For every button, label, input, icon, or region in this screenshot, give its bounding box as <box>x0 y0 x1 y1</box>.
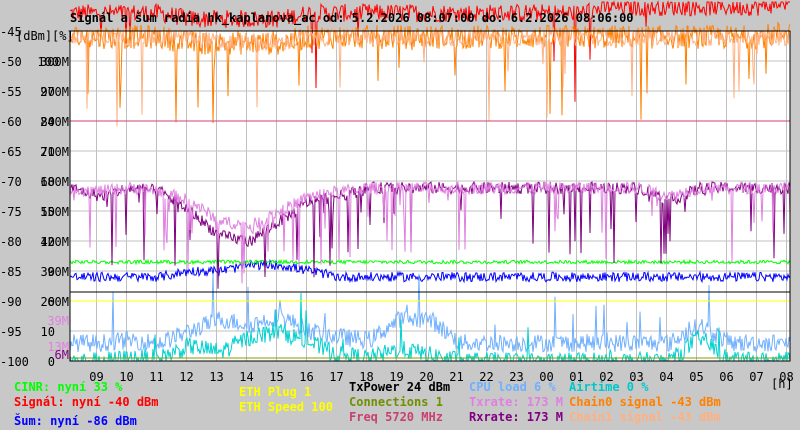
legend-chain0: Chain0 signal -43 dBm <box>569 395 721 409</box>
y-axis-label-pct: [%] <box>52 29 74 43</box>
x-tick-label: 08 <box>779 370 793 384</box>
x-tick-label: 11 <box>149 370 163 384</box>
y-tick-rate: 300M <box>40 55 69 69</box>
x-tick-label: 14 <box>239 370 253 384</box>
y-tick-rate: 210M <box>40 145 69 159</box>
y-tick-dbm: -85 <box>0 265 22 279</box>
chart-title: Signál a šum radia hk_kaplanova_ac od: 5… <box>70 11 634 26</box>
legend-eth-speed: ETH Speed 100 <box>239 400 333 414</box>
y-tick-rate: 240M <box>40 115 69 129</box>
y-tick-dbm: -100 <box>0 355 29 369</box>
y-tick-dbm: -80 <box>0 235 22 249</box>
y-tick-dbm: -50 <box>0 55 22 69</box>
legend-signal: Signál: nyní -40 dBm <box>14 395 159 409</box>
x-tick-label: 16 <box>299 370 313 384</box>
chart-window: Signál a šum radia hk_kaplanova_ac od: 5… <box>0 0 800 430</box>
legend-freq: Freq 5720 MHz <box>349 410 443 424</box>
legend-txrate: Txrate: 173 M <box>469 395 563 409</box>
legend-noise: Šum: nyní -86 dBm <box>14 413 137 428</box>
legend-rxrate: Rxrate: 173 M <box>469 410 563 424</box>
y-tick-rate: 270M <box>40 85 69 99</box>
y-tick-dbm: -55 <box>0 85 22 99</box>
legend-cinr: CINR: nyní 33 % <box>14 380 123 394</box>
y-tick-dbm: -75 <box>0 205 22 219</box>
x-tick-label: 07 <box>749 370 763 384</box>
legend-txpower: TxPower 24 dBm <box>349 380 450 394</box>
y-tick-rate: 150M <box>40 205 69 219</box>
y-tick-dbm: -90 <box>0 295 22 309</box>
x-tick-label: 15 <box>269 370 283 384</box>
legend-chain1: Chain1 signal -43 dBm <box>569 410 721 424</box>
x-tick-label: 13 <box>209 370 223 384</box>
x-tick-label: 17 <box>329 370 343 384</box>
y-tick-dbm: -70 <box>0 175 22 189</box>
y-tick-dbm: -65 <box>0 145 22 159</box>
x-tick-label: 06 <box>719 370 733 384</box>
y-tick-rate-extra: 39M <box>47 314 69 328</box>
x-tick-label: 21 <box>449 370 463 384</box>
x-tick-label: 12 <box>179 370 193 384</box>
signal-noise-chart: Signál a šum radia hk_kaplanova_ac od: 5… <box>0 0 794 428</box>
y-tick-rate: 60M <box>47 295 69 309</box>
y-tick-rate-extra: 6M <box>55 348 69 362</box>
x-tick-label: 05 <box>689 370 703 384</box>
y-tick-rate: 120M <box>40 235 69 249</box>
x-tick-label: 04 <box>659 370 673 384</box>
y-tick-dbm: -60 <box>0 115 22 129</box>
y-tick-rate: 180M <box>40 175 69 189</box>
y-tick-dbm: -45 <box>0 25 22 39</box>
y-tick-dbm: -95 <box>0 325 22 339</box>
legend-airtime: Airtime 0 % <box>569 380 649 394</box>
legend-cpu-load: CPU load 6 % <box>469 380 556 394</box>
legend-eth-plug: ETH Plug 1 <box>239 385 311 399</box>
legend-connections: Connections 1 <box>349 395 443 409</box>
y-tick-rate: 90M <box>47 265 69 279</box>
